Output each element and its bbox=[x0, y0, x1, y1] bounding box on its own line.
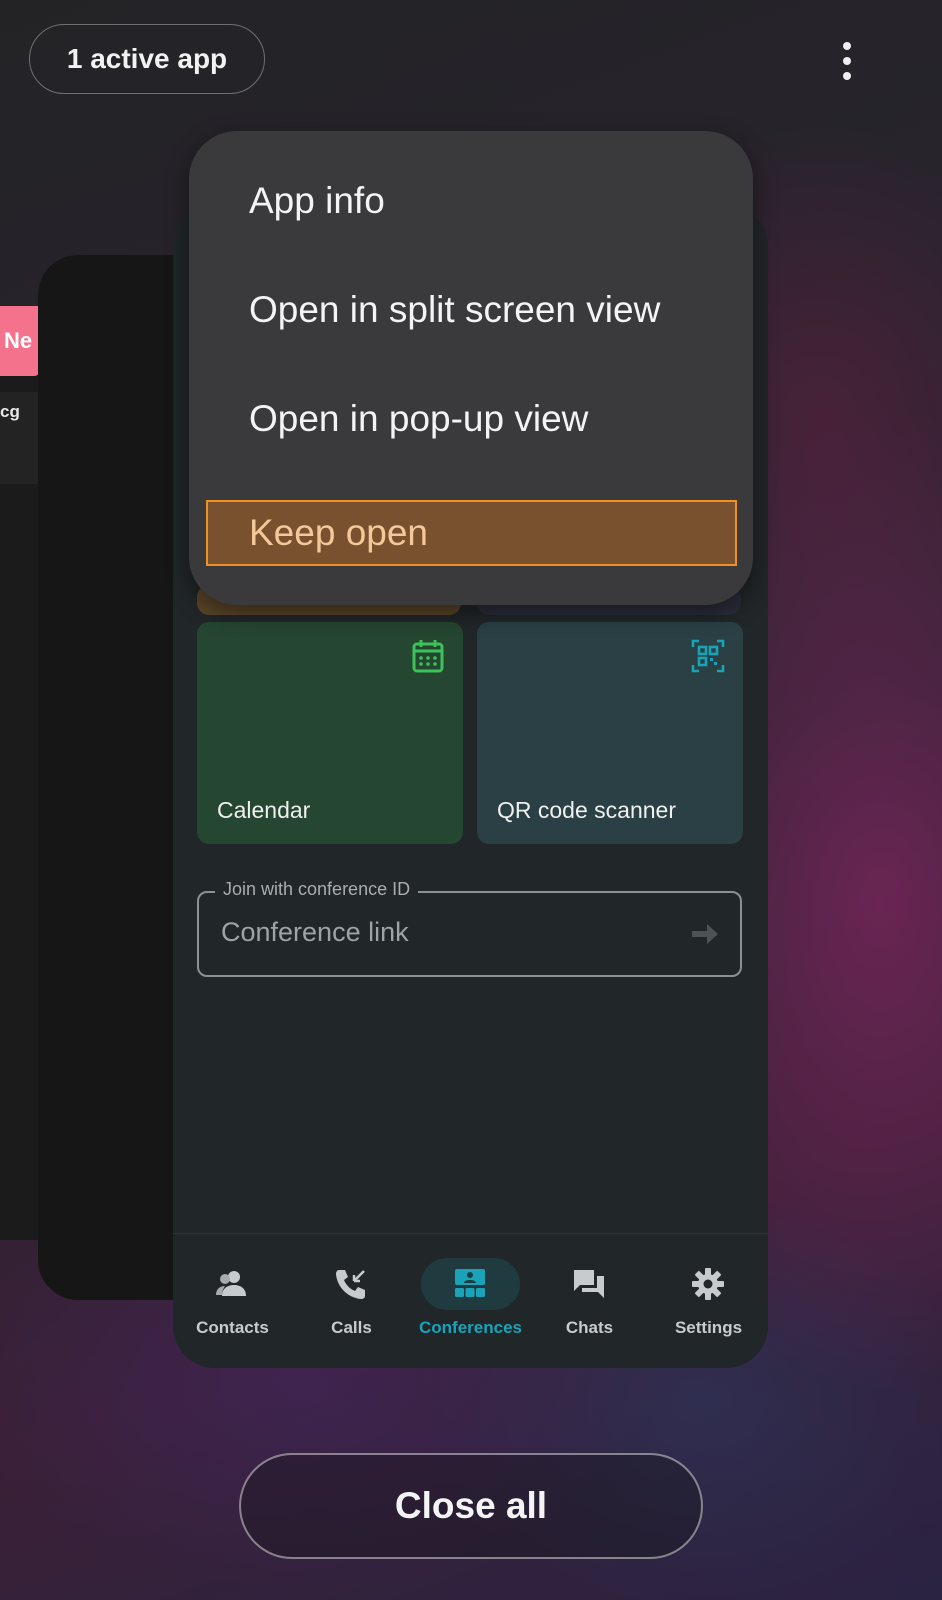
recent-app-header-fragment: Ne bbox=[0, 306, 40, 376]
recent-app-text-fragment: cg bbox=[0, 402, 20, 421]
qr-code-icon bbox=[691, 639, 725, 673]
close-all-button[interactable]: Close all bbox=[239, 1453, 703, 1559]
menu-item-app-info[interactable]: App info bbox=[249, 171, 385, 231]
menu-item-pop-up-view[interactable]: Open in pop-up view bbox=[249, 389, 588, 449]
conference-link-input[interactable] bbox=[221, 917, 661, 948]
bottom-navigation: Contacts Calls Conferences Chats Setting… bbox=[173, 1233, 768, 1368]
calls-icon bbox=[336, 1270, 365, 1299]
nav-label-conferences: Conferences bbox=[419, 1318, 522, 1337]
nav-contacts[interactable]: Contacts bbox=[173, 1234, 292, 1368]
nav-chats[interactable]: Chats bbox=[530, 1234, 649, 1368]
nav-label-contacts: Contacts bbox=[196, 1318, 269, 1337]
arrow-right-icon[interactable] bbox=[690, 921, 720, 947]
calendar-tile-label: Calendar bbox=[217, 797, 311, 823]
nav-conferences[interactable]: Conferences bbox=[411, 1234, 530, 1368]
conference-id-field[interactable]: Join with conference ID bbox=[197, 879, 742, 977]
contacts-icon bbox=[216, 1271, 246, 1296]
app-options-menu: App info Open in split screen view Open … bbox=[189, 131, 753, 605]
nav-calls[interactable]: Calls bbox=[292, 1234, 411, 1368]
qr-scanner-tile[interactable]: QR code scanner bbox=[477, 622, 743, 844]
active-apps-pill[interactable]: 1 active app bbox=[29, 24, 265, 94]
chats-icon bbox=[574, 1270, 604, 1298]
nav-label-calls: Calls bbox=[331, 1318, 372, 1337]
menu-item-split-screen[interactable]: Open in split screen view bbox=[249, 280, 660, 340]
settings-icon bbox=[692, 1268, 724, 1300]
more-options-icon[interactable] bbox=[834, 38, 860, 84]
conference-field-legend: Join with conference ID bbox=[215, 879, 419, 900]
qr-scanner-tile-label: QR code scanner bbox=[497, 797, 676, 823]
nav-label-chats: Chats bbox=[565, 1318, 614, 1337]
nav-settings[interactable]: Settings bbox=[649, 1234, 768, 1368]
calendar-tile[interactable]: Calendar bbox=[197, 622, 463, 844]
calendar-icon bbox=[412, 640, 444, 673]
conferences-icon bbox=[455, 1269, 485, 1297]
nav-label-settings: Settings bbox=[674, 1318, 743, 1337]
menu-item-keep-open[interactable]: Keep open bbox=[206, 500, 737, 566]
